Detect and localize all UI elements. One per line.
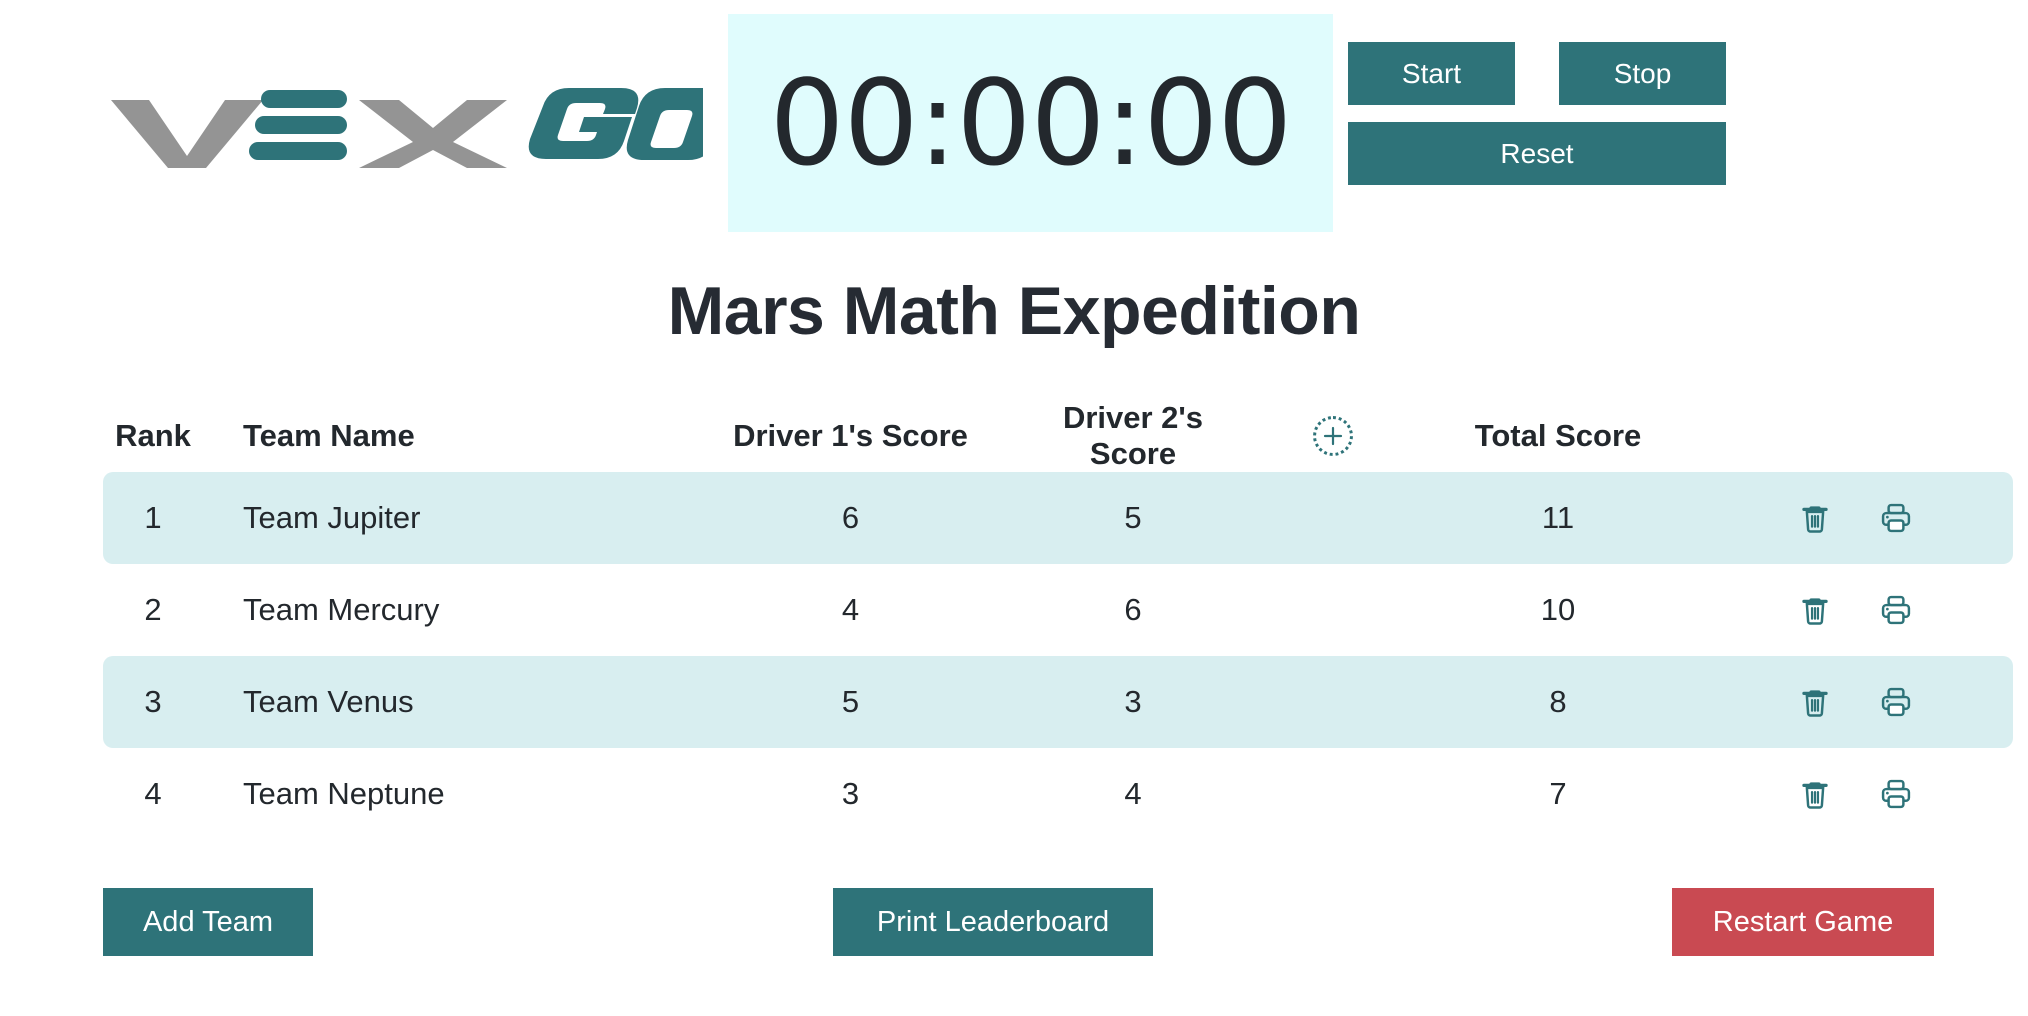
page-title: Mars Math Expedition xyxy=(667,273,1361,349)
printer-icon[interactable] xyxy=(1880,778,1912,810)
cell-total: 10 xyxy=(1540,592,1576,627)
timer-controls: Start Stop Reset xyxy=(1348,42,1726,200)
stop-button[interactable]: Stop xyxy=(1559,42,1726,105)
cell-driver2[interactable]: 4 xyxy=(1018,776,1248,812)
cell-driver2[interactable]: 3 xyxy=(1018,684,1248,720)
cell-actions xyxy=(1698,502,2013,534)
column-header-team-name: Team Name xyxy=(243,418,415,453)
cell-team: Team Mercury xyxy=(243,592,440,627)
header-bar: 00:00:00 Start Stop Reset xyxy=(0,0,2028,236)
cell-actions xyxy=(1698,778,2013,810)
cell-driver1[interactable]: 5 xyxy=(683,684,1018,720)
printer-icon[interactable] xyxy=(1880,686,1912,718)
add-team-button[interactable]: Add Team xyxy=(103,888,313,956)
cell-team: Team Jupiter xyxy=(243,500,421,535)
cell-driver2[interactable]: 6 xyxy=(1018,592,1248,628)
cell-actions xyxy=(1698,686,2013,718)
reset-button[interactable]: Reset xyxy=(1348,122,1726,185)
table-row[interactable]: 4 Team Neptune 3 4 7 xyxy=(103,748,2013,840)
add-column-cell xyxy=(1248,416,1418,456)
plus-circle-icon[interactable] xyxy=(1313,416,1353,456)
cell-rank: 4 xyxy=(144,776,162,811)
cell-rank: 1 xyxy=(144,500,162,535)
footer-actions: Add Team Print Leaderboard Restart Game xyxy=(0,888,2028,968)
trash-icon[interactable] xyxy=(1800,686,1830,718)
column-header-driver2: Driver 2's Score xyxy=(1062,400,1204,471)
table-header-row: Rank Team Name Driver 1's Score Driver 2… xyxy=(103,400,2013,472)
vex-go-logo xyxy=(103,72,727,168)
cell-team: Team Venus xyxy=(243,684,414,719)
app-root: 00:00:00 Start Stop Reset Mars Math Expe… xyxy=(0,0,2028,1016)
cell-driver1[interactable]: 4 xyxy=(683,592,1018,628)
cell-total: 11 xyxy=(1541,500,1575,535)
cell-team: Team Neptune xyxy=(243,776,445,811)
start-button[interactable]: Start xyxy=(1348,42,1515,105)
trash-icon[interactable] xyxy=(1800,502,1830,534)
table-row[interactable]: 1 Team Jupiter 6 5 11 xyxy=(103,472,2013,564)
column-header-driver1: Driver 1's Score xyxy=(733,418,968,453)
column-header-total: Total Score xyxy=(1474,418,1642,453)
table-row[interactable]: 3 Team Venus 5 3 8 xyxy=(103,656,2013,748)
cell-total: 8 xyxy=(1549,684,1567,719)
leaderboard-table: Rank Team Name Driver 1's Score Driver 2… xyxy=(103,400,2013,840)
printer-icon[interactable] xyxy=(1880,502,1912,534)
trash-icon[interactable] xyxy=(1800,594,1830,626)
column-header-rank: Rank xyxy=(115,418,191,453)
cell-driver2[interactable]: 5 xyxy=(1018,500,1248,536)
cell-rank: 3 xyxy=(144,684,162,719)
cell-actions xyxy=(1698,594,2013,626)
cell-driver1[interactable]: 3 xyxy=(683,776,1018,812)
timer-value: 00:00:00 xyxy=(769,54,1293,192)
cell-total: 7 xyxy=(1549,776,1567,811)
cell-rank: 2 xyxy=(144,592,162,627)
restart-game-button[interactable]: Restart Game xyxy=(1672,888,1934,956)
print-leaderboard-button[interactable]: Print Leaderboard xyxy=(833,888,1153,956)
table-row[interactable]: 2 Team Mercury 4 6 10 xyxy=(103,564,2013,656)
printer-icon[interactable] xyxy=(1880,594,1912,626)
timer-display: 00:00:00 xyxy=(728,14,1333,232)
trash-icon[interactable] xyxy=(1800,778,1830,810)
cell-driver1[interactable]: 6 xyxy=(683,500,1018,536)
